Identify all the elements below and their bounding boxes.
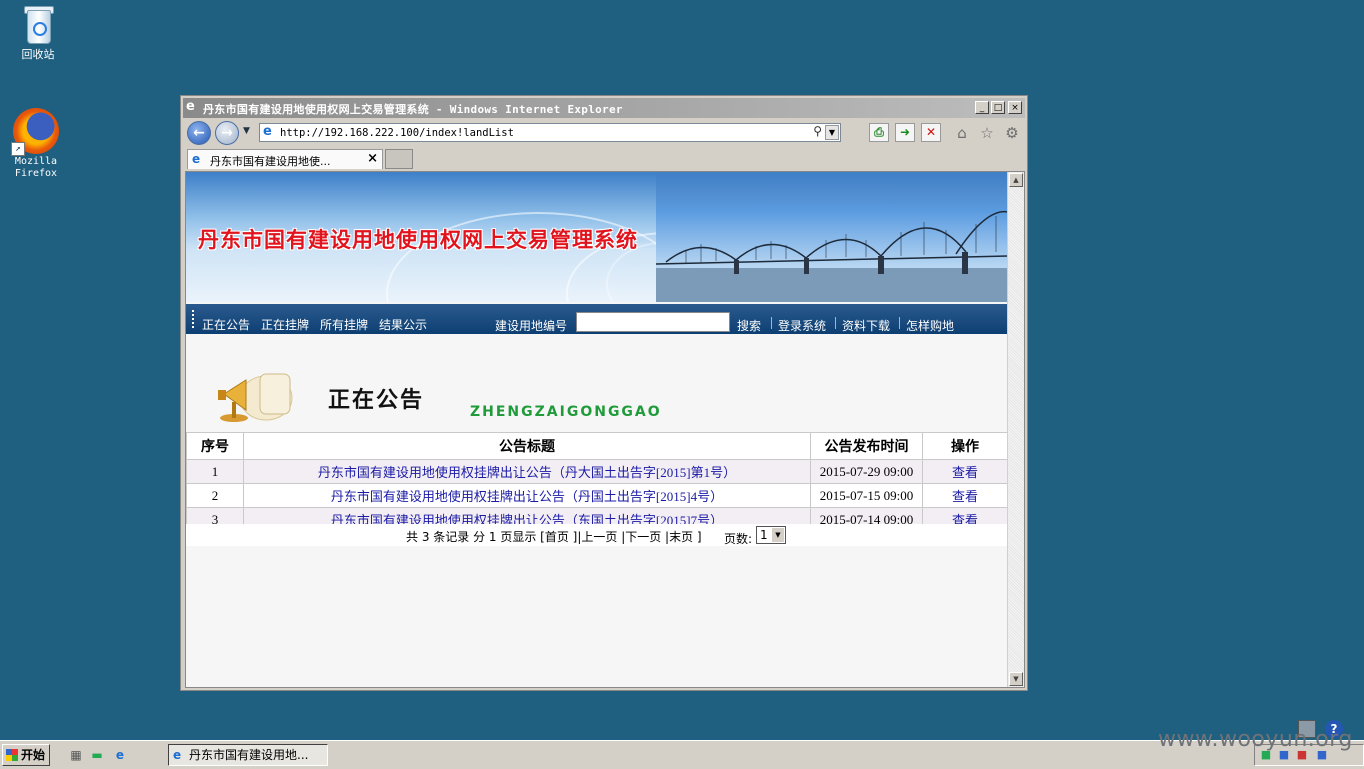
nav-separator xyxy=(899,317,900,329)
table-row: 1 丹东市国有建设用地使用权挂牌出让公告（丹大国土出告字[2015]第1号） 2… xyxy=(186,459,1008,484)
megaphone-icon xyxy=(218,373,293,422)
chevron-down-icon[interactable]: ▼ xyxy=(772,528,784,542)
scroll-up-button[interactable]: ▲ xyxy=(1009,173,1023,187)
pagination-text[interactable]: 共 3 条记录 分 1 页显示 [首页 ]|上一页 |下一页 |末页 ] xyxy=(406,528,702,545)
recycle-bin-label: 回收站 xyxy=(21,48,55,61)
window-titlebar[interactable]: e 丹东市国有建设用地使用权网上交易管理系统 - Windows Interne… xyxy=(183,98,1025,118)
login-link[interactable]: 登录系统 xyxy=(778,317,826,334)
section-title: 正在公告 xyxy=(328,387,425,413)
firefox-icon: ↗ xyxy=(11,108,59,156)
notice-title-link[interactable]: 丹东市国有建设用地使用权挂牌出让公告（丹大国土出告字[2015]第1号） xyxy=(318,465,736,480)
table-row: 2 丹东市国有建设用地使用权挂牌出让公告（丹国土出告字[2015]4号） 201… xyxy=(186,483,1008,508)
row-time: 2015-07-15 09:00 xyxy=(810,483,923,508)
row-time: 2015-07-29 09:00 xyxy=(810,459,923,484)
favorites-star-icon[interactable]: ☆ xyxy=(978,124,996,142)
firefox-shortcut-icon[interactable]: ↗ Mozilla Firefox xyxy=(6,108,66,180)
vertical-scrollbar[interactable]: ▲ ▼ xyxy=(1007,172,1024,687)
land-code-label: 建设用地编号 xyxy=(495,319,568,333)
header-action: 操作 xyxy=(922,432,1008,460)
tab-close-icon[interactable]: × xyxy=(367,151,378,166)
address-bar[interactable]: e ⚲ ▼ xyxy=(259,123,841,142)
tab-label: 丹东市国有建设用地使... xyxy=(210,155,331,168)
address-dropdown-icon[interactable]: ▼ xyxy=(825,125,839,140)
view-link[interactable]: 查看 xyxy=(952,465,978,480)
tab-ie-icon: e xyxy=(192,152,201,166)
go-button[interactable]: ➜ xyxy=(895,123,915,142)
ie-quicklaunch-icon[interactable]: e xyxy=(112,747,128,763)
taskbar-ie-icon: e xyxy=(173,748,182,762)
table-header-row: 序号 公告标题 公告发布时间 操作 xyxy=(186,432,1008,460)
start-label: 开始 xyxy=(21,748,46,762)
maximize-button[interactable]: □ xyxy=(991,101,1005,114)
window-title: 丹东市国有建设用地使用权网上交易管理系统 - Windows Internet … xyxy=(203,103,623,116)
close-button[interactable]: × xyxy=(1008,101,1022,114)
nav-link-listing[interactable]: 正在挂牌 xyxy=(261,316,309,333)
page-ie-icon: e xyxy=(263,124,272,139)
taskbar-ie-item[interactable]: e 丹东市国有建设用地... xyxy=(168,744,328,766)
start-button[interactable]: 开始 xyxy=(2,744,50,766)
windows-flag-icon xyxy=(6,749,18,761)
nav-separator xyxy=(771,317,772,329)
shortcut-arrow-icon: ↗ xyxy=(11,142,25,156)
search-icon[interactable]: ⚲ xyxy=(813,124,822,138)
watermark: www.wooyun.org xyxy=(1158,727,1353,752)
new-tab-button[interactable] xyxy=(385,149,413,169)
taskbar-ie-label: 丹东市国有建设用地... xyxy=(189,748,309,762)
site-navbar: 正在公告 正在挂牌 所有挂牌 结果公示 建设用地编号 搜索 登录系统 资料下载 … xyxy=(186,304,1008,334)
ie-icon: e xyxy=(186,99,195,114)
back-button[interactable]: ← xyxy=(187,121,211,145)
view-link[interactable]: 查看 xyxy=(952,489,978,504)
land-code-input[interactable] xyxy=(576,312,730,332)
section-pinyin: ZHENGZAIGONGGAO xyxy=(470,404,662,420)
search-link[interactable]: 搜索 xyxy=(737,317,761,334)
notice-table: 序号 公告标题 公告发布时间 操作 1 丹东市国有建设用地使用权挂牌出让公告（丹… xyxy=(186,432,1008,532)
navbar-dots xyxy=(192,310,194,330)
pagination: 共 3 条记录 分 1 页显示 [首页 ]|上一页 |下一页 |末页 ] 页数:… xyxy=(186,524,1008,546)
tab-active[interactable]: e 丹东市国有建设用地使... × xyxy=(187,149,383,169)
nav-separator xyxy=(835,317,836,329)
recycle-bin-icon[interactable]: 回收站 xyxy=(8,4,68,62)
banner-title: 丹东市国有建设用地使用权网上交易管理系统 xyxy=(198,228,638,252)
home-icon[interactable]: ⌂ xyxy=(953,124,971,142)
recycle-bin-glyph xyxy=(23,4,54,44)
row-no: 1 xyxy=(186,459,244,484)
header-title: 公告标题 xyxy=(243,432,811,460)
tab-row: e 丹东市国有建设用地使... × xyxy=(183,148,1025,170)
notice-title-link[interactable]: 丹东市国有建设用地使用权挂牌出让公告（丹国土出告字[2015]4号） xyxy=(331,489,723,504)
stop-button[interactable]: ✕ xyxy=(921,123,941,142)
page-number-label: 页数: xyxy=(724,532,753,546)
header-time: 公告发布时间 xyxy=(810,432,923,460)
forward-button[interactable]: → xyxy=(215,121,239,145)
recent-pages-dropdown-icon[interactable]: ▼ xyxy=(243,126,250,136)
header-no: 序号 xyxy=(186,432,244,460)
address-row: ← → ▼ e ⚲ ▼ ⎙ ➜ ✕ ⌂ ☆ ⚙ xyxy=(183,120,1025,146)
page-select-value: 1 xyxy=(760,528,768,542)
how-to-buy-link[interactable]: 怎样购地 xyxy=(906,317,954,334)
compatibility-view-button[interactable]: ⎙ xyxy=(869,123,889,142)
page-select[interactable]: 1 ▼ xyxy=(756,526,786,544)
minimize-button[interactable]: _ xyxy=(975,101,989,114)
nav-link-all-listings[interactable]: 所有挂牌 xyxy=(320,316,368,333)
server-manager-icon[interactable]: ▦ xyxy=(68,747,84,763)
firefox-label-line1: Mozilla xyxy=(14,156,58,167)
page-viewport: 丹东市国有建设用地使用权网上交易管理系统 正在公告 正在挂牌 所有挂牌 结果公示… xyxy=(185,171,1025,688)
ie-window: e 丹东市国有建设用地使用权网上交易管理系统 - Windows Interne… xyxy=(180,95,1028,691)
row-no: 2 xyxy=(186,483,244,508)
firefox-label-line2: Firefox xyxy=(14,168,58,179)
nav-link-results[interactable]: 结果公示 xyxy=(379,316,427,333)
section-heading: 正在公告 ZHENGZAIGONGGAO xyxy=(186,360,1008,430)
site-banner: 丹东市国有建设用地使用权网上交易管理系统 xyxy=(186,172,1008,302)
address-input[interactable] xyxy=(280,125,800,140)
nav-link-current-notices[interactable]: 正在公告 xyxy=(202,316,250,333)
bridge-image xyxy=(656,172,1008,302)
scroll-down-button[interactable]: ▼ xyxy=(1009,672,1023,686)
desktop-icon[interactable]: ▬ xyxy=(89,747,105,763)
downloads-link[interactable]: 资料下载 xyxy=(842,317,890,334)
tools-gear-icon[interactable]: ⚙ xyxy=(1003,124,1021,142)
